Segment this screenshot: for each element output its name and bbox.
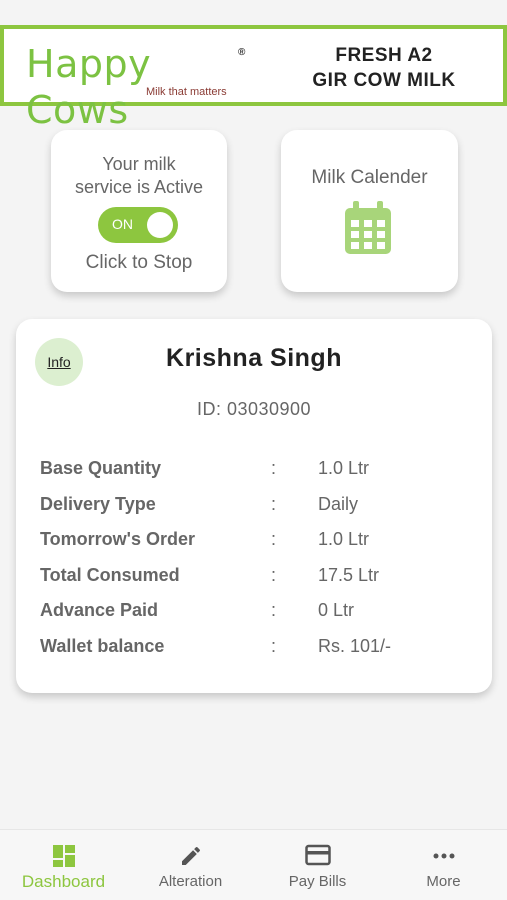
banner-headline-line1: FRESH A2 — [335, 45, 433, 66]
detail-label: Wallet balance — [40, 635, 165, 656]
banner-headline: FRESH A2 GIR COW MILK — [304, 43, 464, 93]
toggle-label: ON — [112, 216, 133, 232]
detail-value: 1.0 Ltr — [318, 529, 370, 549]
registered-mark: ® — [238, 47, 246, 58]
detail-row-delivery-type: Delivery Type : Daily — [40, 489, 480, 525]
customer-id: ID: 03030900 — [196, 399, 312, 419]
detail-value: 1.0 Ltr — [318, 458, 370, 478]
more-dots-icon — [433, 853, 454, 859]
detail-separator: : — [271, 600, 277, 620]
happy-cows-logo: Happy Cows ® Milk that matters — [26, 41, 256, 132]
detail-label: Total Consumed — [40, 564, 180, 585]
milk-service-card[interactable]: Your milk service is Active ON Click to … — [51, 130, 227, 292]
service-status-line2: service is Active — [74, 177, 204, 197]
toggle-knob — [147, 212, 173, 238]
bottom-nav: Dashboard Alteration Pay Bills More — [0, 829, 507, 900]
credit-card-icon — [304, 844, 331, 866]
detail-row-total-consumed: Total Consumed : 17.5 Ltr — [40, 560, 480, 596]
nav-item-dashboard[interactable]: Dashboard — [0, 830, 127, 900]
brand-banner: Happy Cows ® Milk that matters FRESH A2 … — [0, 25, 507, 132]
detail-separator: : — [271, 564, 277, 585]
detail-row-advance-paid: Advance Paid : 0 Ltr — [40, 595, 480, 631]
nav-item-more[interactable]: More — [380, 830, 507, 900]
service-status-text: Your milk service is Active — [51, 153, 227, 199]
nav-item-pay-bills[interactable]: Pay Bills — [254, 830, 381, 900]
detail-row-tomorrows-order: Tomorrow's Order : 1.0 Ltr — [40, 524, 480, 560]
banner-headline-line2: GIR COW MILK — [312, 70, 456, 91]
detail-label: Delivery Type — [40, 493, 156, 514]
service-toggle[interactable]: ON — [98, 207, 178, 243]
detail-value: Daily — [318, 493, 359, 514]
nav-item-alteration[interactable]: Alteration — [127, 830, 254, 900]
detail-value: 0 Ltr — [318, 600, 355, 620]
customer-info-card: Info Krishna Singh ID: 03030900 Base Qua… — [16, 319, 492, 693]
detail-separator: : — [271, 458, 277, 478]
milk-calendar-card[interactable]: Milk Calender — [281, 130, 458, 292]
milk-calendar-title: Milk Calender — [311, 167, 428, 188]
detail-row-wallet-balance: Wallet balance : Rs. 101/- — [40, 631, 480, 667]
customer-details: Base Quantity : 1.0 Ltr Delivery Type : … — [40, 453, 480, 666]
customer-name: Krishna Singh — [166, 344, 342, 372]
detail-separator: : — [271, 529, 277, 549]
detail-label: Tomorrow's Order — [40, 529, 195, 549]
detail-label: Advance Paid — [40, 600, 159, 620]
calendar-icon — [345, 201, 391, 254]
nav-label-dashboard: Dashboard — [21, 872, 106, 891]
pencil-icon — [181, 846, 200, 865]
click-to-stop-text[interactable]: Click to Stop — [51, 252, 227, 274]
logo-tagline: Milk that matters — [146, 86, 227, 98]
detail-separator: : — [271, 635, 277, 656]
nav-label-alteration: Alteration — [158, 873, 223, 890]
detail-label: Base Quantity — [40, 458, 162, 478]
detail-value: Rs. 101/- — [318, 635, 392, 656]
detail-separator: : — [271, 493, 277, 514]
service-status-line1: Your milk — [102, 154, 176, 174]
detail-value: 17.5 Ltr — [318, 564, 380, 585]
detail-row-base-quantity: Base Quantity : 1.0 Ltr — [40, 453, 480, 489]
nav-label-pay-bills: Pay Bills — [288, 873, 347, 890]
nav-label-more: More — [426, 873, 461, 890]
dashboard-icon — [52, 845, 75, 867]
